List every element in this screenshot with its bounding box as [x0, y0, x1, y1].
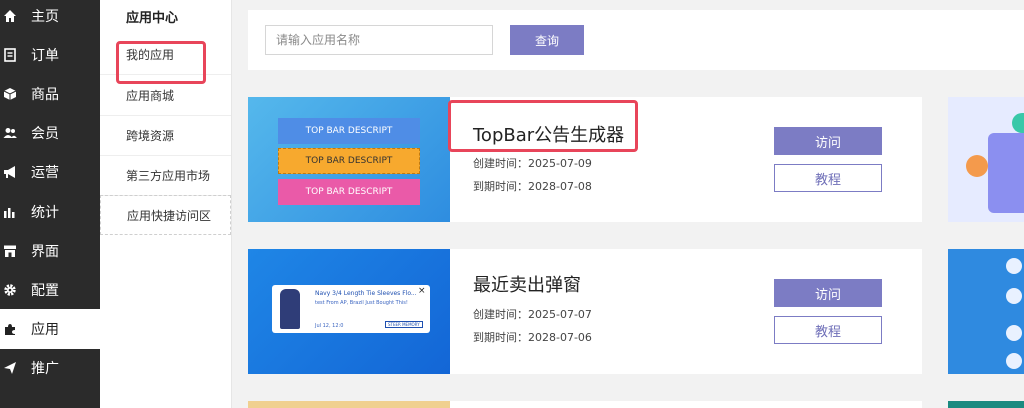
app-card-right-1 — [948, 97, 1024, 222]
visit-button[interactable]: 访问 — [774, 127, 882, 155]
nav-label: 统计 — [31, 205, 59, 221]
app-thumbnail-topbar[interactable]: TOP BAR DESCRIPT TOP BAR DESCRIPT TOP BA… — [248, 97, 450, 222]
popup-product-title: Navy 3/4 Length Tie Sleeves Flo... — [315, 290, 417, 297]
created-time: 创建时间：2025-07-07 — [473, 308, 592, 321]
nav-item-products[interactable]: 商品 — [0, 74, 100, 114]
cart-icon — [1006, 353, 1022, 369]
gear-icon — [3, 283, 17, 297]
order-icon — [3, 48, 17, 62]
tutorial-button[interactable]: 教程 — [774, 164, 882, 192]
popup-badge: STEER MEMORY — [385, 321, 423, 328]
green-shape — [1012, 113, 1024, 133]
app-card-right-3 — [948, 401, 1024, 408]
nav-item-interface[interactable]: 界面 — [0, 231, 100, 271]
app-thumbnail-recent-sales[interactable]: Navy 3/4 Length Tie Sleeves Flo... test … — [248, 249, 450, 374]
thumb-bar-orange: TOP BAR DESCRIPT — [278, 148, 420, 174]
subnav-title: 应用中心 — [126, 11, 179, 26]
app-card-right-2 — [948, 249, 1024, 374]
search-button[interactable]: 查询 — [510, 25, 584, 55]
nav-item-apps[interactable]: 应用 — [0, 309, 100, 349]
nav-item-promotion[interactable]: 推广 — [0, 348, 100, 388]
nav-label: 配置 — [31, 283, 59, 299]
thumb-bar-pink: TOP BAR DESCRIPT — [278, 179, 420, 205]
bar-chart-icon — [3, 205, 17, 219]
send-icon — [3, 361, 17, 375]
device-illustration — [988, 133, 1024, 213]
bag-icon — [966, 155, 988, 177]
nav-label: 运营 — [31, 165, 59, 181]
chat-icon — [1006, 325, 1022, 341]
nav-label: 会员 — [31, 126, 59, 142]
popup-text: test From AP, Brazil Just Bought This! — [315, 300, 408, 306]
store-icon — [3, 244, 17, 258]
nav-item-orders[interactable]: 订单 — [0, 35, 100, 75]
dress-image — [280, 289, 300, 329]
app-name: 最近卖出弹窗 — [473, 275, 581, 296]
tutorial-button[interactable]: 教程 — [774, 316, 882, 344]
subnav-item-third-party-market[interactable]: 第三方应用市场 — [100, 155, 231, 196]
box-icon — [3, 87, 17, 101]
app-card-recent-sales-popup: Navy 3/4 Length Tie Sleeves Flo... test … — [248, 249, 922, 374]
nav-item-config[interactable]: 配置 — [0, 270, 100, 310]
expire-time: 到期时间：2028-07-06 — [473, 331, 592, 344]
highlight-box-app-title — [448, 100, 638, 152]
expire-time: 到期时间：2028-07-08 — [473, 180, 592, 193]
sales-popup-preview: Navy 3/4 Length Tie Sleeves Flo... test … — [272, 285, 430, 333]
popup-date: Jul 12, 12:0 — [315, 323, 344, 329]
subnav-item-cross-border[interactable]: 跨境资源 — [100, 115, 231, 156]
nav-item-operations[interactable]: 运营 — [0, 152, 100, 192]
megaphone-icon — [3, 165, 17, 179]
app-thumbnail-peek — [248, 401, 450, 408]
subnav-item-quick-access[interactable]: 应用快捷访问区 — [100, 195, 231, 235]
nav-label: 主页 — [31, 9, 59, 25]
close-icon: × — [418, 286, 426, 296]
nav-label: 应用 — [31, 322, 59, 338]
nav-label: 订单 — [31, 48, 59, 64]
app-card-peek — [248, 401, 922, 408]
nav-item-home[interactable]: 主页 — [0, 0, 100, 36]
circle-icon — [1006, 288, 1022, 304]
created-time: 创建时间：2025-07-09 — [473, 157, 592, 170]
visit-button[interactable]: 访问 — [774, 279, 882, 307]
nav-item-members[interactable]: 会员 — [0, 113, 100, 153]
nav-label: 界面 — [31, 244, 59, 260]
app-name-search-input[interactable] — [265, 25, 493, 55]
users-icon — [3, 126, 17, 140]
nav-item-statistics[interactable]: 统计 — [0, 192, 100, 232]
search-icon — [1006, 258, 1022, 274]
nav-label: 商品 — [31, 87, 59, 103]
main-sidebar: 主页 订单 商品 会员 运营 统计 界面 配置 应用 推广 — [0, 0, 100, 408]
highlight-box-my-apps — [116, 41, 206, 84]
search-panel: 查询 — [248, 10, 1024, 70]
thumb-bar-blue: TOP BAR DESCRIPT — [278, 118, 420, 144]
puzzle-icon — [3, 322, 17, 336]
nav-label: 推广 — [31, 361, 59, 377]
home-icon — [3, 9, 17, 23]
